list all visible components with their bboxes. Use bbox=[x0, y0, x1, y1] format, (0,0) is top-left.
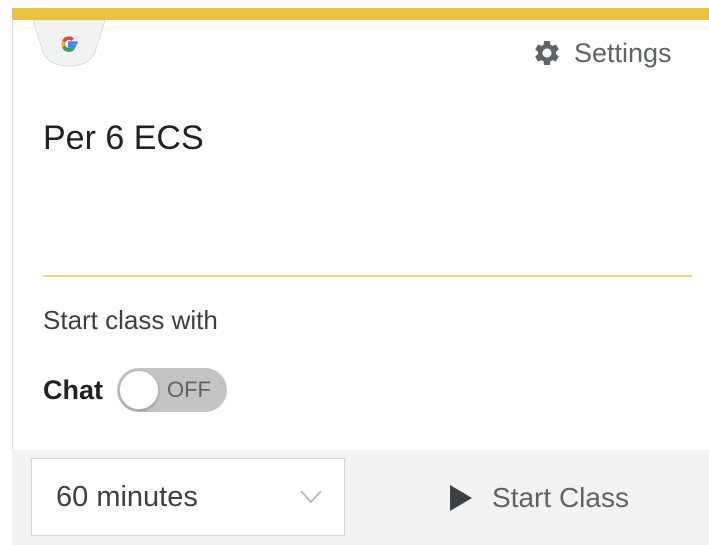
duration-value: 60 minutes bbox=[56, 481, 198, 513]
settings-button[interactable]: Settings bbox=[532, 35, 672, 71]
class-card: Settings Per 6 ECS Start class with Chat… bbox=[0, 0, 709, 545]
chat-option-row: Chat OFF bbox=[43, 368, 227, 412]
gear-icon bbox=[535, 40, 559, 65]
toggle-state-label: OFF bbox=[167, 377, 211, 402]
play-icon bbox=[450, 484, 473, 511]
google-g-icon bbox=[33, 20, 105, 68]
card-left-border bbox=[12, 18, 13, 450]
title-divider bbox=[43, 275, 692, 277]
accent-bar bbox=[12, 8, 709, 20]
toggle-knob bbox=[119, 370, 159, 410]
start-class-button[interactable]: Start Class bbox=[370, 450, 709, 545]
duration-select[interactable]: 60 minutes bbox=[31, 458, 345, 536]
chat-label: Chat bbox=[43, 374, 103, 405]
chevron-down-icon bbox=[300, 490, 322, 504]
start-class-with-label: Start class with bbox=[43, 305, 218, 335]
settings-label: Settings bbox=[574, 38, 672, 68]
class-title: Per 6 ECS bbox=[43, 119, 204, 157]
start-class-label: Start Class bbox=[492, 481, 629, 513]
chat-toggle[interactable]: OFF bbox=[117, 368, 227, 412]
